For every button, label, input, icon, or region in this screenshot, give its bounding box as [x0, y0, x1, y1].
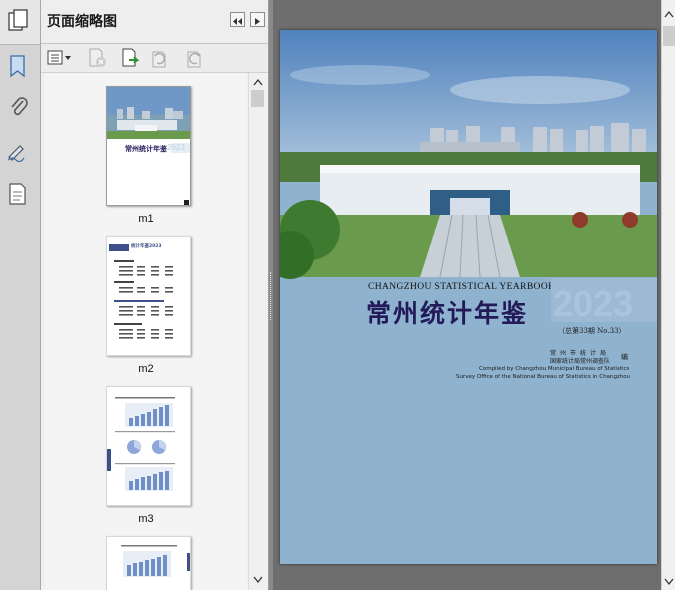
panel-menu-button[interactable]: [250, 12, 265, 27]
double-chevron-left-icon: [233, 18, 242, 25]
doc-scroll-down-icon[interactable]: [664, 578, 674, 586]
cover-issue-number: （总第33期 No.33）: [558, 327, 626, 335]
document-scrollbar[interactable]: [661, 0, 675, 590]
delete-page-icon[interactable]: [87, 48, 109, 68]
collapse-panel-button[interactable]: [230, 12, 245, 27]
signature-icon[interactable]: [6, 140, 30, 162]
doc-scroll-thumb[interactable]: [663, 26, 675, 46]
cover-chinese-title: 常州统计年鉴: [366, 299, 529, 328]
thumbnail-page-header: 统计年鉴2023: [131, 244, 162, 249]
cover-org-2: 国家统计局常州调查队: [550, 358, 611, 365]
pages-panel-toggle[interactable]: [0, 0, 40, 45]
thumbnail-chart-preview: [121, 545, 190, 577]
scroll-thumb[interactable]: [251, 90, 264, 107]
thumbnail-label: m2: [138, 363, 154, 375]
scroll-down-icon[interactable]: [253, 576, 263, 584]
cover-credit-en-2: Survey Office of the National Bureau of …: [456, 374, 631, 380]
thumbnail-page-1[interactable]: 常州统计年鉴 2023: [106, 86, 191, 206]
navigation-icon-strip: [0, 0, 41, 590]
cover-english-title: CHANGZHOU STATISTICAL YEARBOOK: [368, 282, 556, 292]
panel-header: 页面缩略图: [41, 0, 268, 44]
page-thumbnails-panel: 页面缩略图 常州统计年鉴 2023 m1 统计年鉴2023 m2 m3: [41, 0, 269, 590]
thumbnail-scrollbar[interactable]: [248, 73, 266, 590]
scroll-up-icon[interactable]: [253, 78, 263, 86]
thumbnail-toolbar: [41, 44, 268, 73]
thumbnail-page-3[interactable]: [106, 386, 191, 506]
thumbnail-cover-year: 2023: [167, 143, 185, 152]
cover-edit-mark: 编: [621, 353, 628, 361]
thumbnail-content-preview: [109, 244, 173, 339]
cover-credit-en-1: Compiled by Changzhou Municipal Bureau o…: [479, 366, 630, 372]
options-menu-icon[interactable]: [47, 50, 73, 66]
chevron-right-icon: [255, 18, 260, 25]
insert-page-icon[interactable]: [120, 48, 142, 68]
pages-icon[interactable]: [8, 9, 30, 33]
cover-page: CHANGZHOU STATISTICAL YEARBOOK 常州统计年鉴 20…: [280, 30, 657, 564]
thumbnail-list[interactable]: 常州统计年鉴 2023 m1 统计年鉴2023 m2 m3: [45, 73, 247, 590]
attachment-icon[interactable]: [8, 96, 30, 120]
thumbnail-page-4[interactable]: [106, 536, 191, 590]
thumbnail-label: m3: [138, 513, 154, 525]
thumbnail-resize-handle[interactable]: [184, 200, 189, 205]
rotate-left-icon[interactable]: [150, 48, 172, 68]
thumbnail-label: m1: [138, 213, 154, 225]
rotate-right-icon[interactable]: [183, 48, 205, 68]
cover-year: 2023: [553, 283, 634, 324]
document-view[interactable]: CHANGZHOU STATISTICAL YEARBOOK 常州统计年鉴 20…: [273, 0, 661, 590]
thumbnail-page-2[interactable]: 统计年鉴2023: [106, 236, 191, 356]
doc-scroll-up-icon[interactable]: [664, 10, 674, 18]
panel-title: 页面缩略图: [47, 14, 117, 30]
thumbnail-cover-title: 常州统计年鉴: [125, 144, 167, 153]
thumbnail-charts-preview: [107, 397, 175, 491]
layers-icon[interactable]: [8, 182, 28, 206]
bookmark-icon[interactable]: [7, 54, 29, 80]
